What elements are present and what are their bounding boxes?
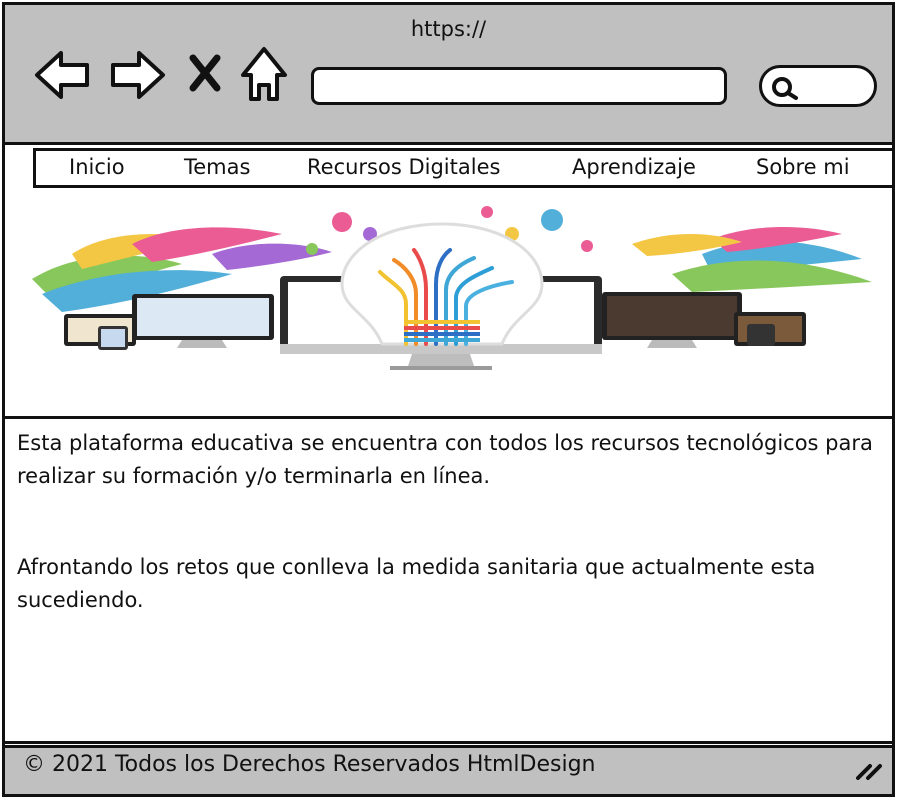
search-button[interactable] [759, 65, 877, 107]
url-label: https:// [410, 17, 487, 41]
menu-item-temas[interactable]: Temas [184, 155, 250, 179]
address-bar-input[interactable] [311, 67, 727, 105]
home-icon[interactable] [239, 45, 289, 109]
hero-illustration [12, 194, 882, 408]
browser-toolbar: https:// [2, 2, 895, 145]
menu-item-inicio[interactable]: Inicio [69, 155, 125, 179]
main-menu: Inicio Temas Recursos Digitales Aprendiz… [33, 148, 895, 188]
resize-grip-icon[interactable] [854, 760, 884, 786]
back-arrow-icon[interactable] [33, 47, 93, 107]
copyright-text: © 2021 Todos los Derechos Reservados Htm… [23, 752, 596, 777]
footer: © 2021 Todos los Derechos Reservados Htm… [2, 745, 895, 797]
search-icon [772, 77, 798, 100]
menu-item-sobre-mi[interactable]: Sobre mi [756, 155, 850, 179]
menu-item-recursos-digitales[interactable]: Recursos Digitales [307, 155, 500, 179]
intro-paragraph: Esta plataforma educativa se encuentra c… [17, 431, 873, 488]
secondary-paragraph: Afrontando los retos que conlleva la med… [17, 555, 816, 612]
close-x-icon[interactable] [187, 53, 223, 97]
menu-item-aprendizaje[interactable]: Aprendizaje [572, 155, 696, 179]
main-content: Esta plataforma educativa se encuentra c… [2, 416, 895, 744]
forward-arrow-icon[interactable] [107, 47, 167, 107]
